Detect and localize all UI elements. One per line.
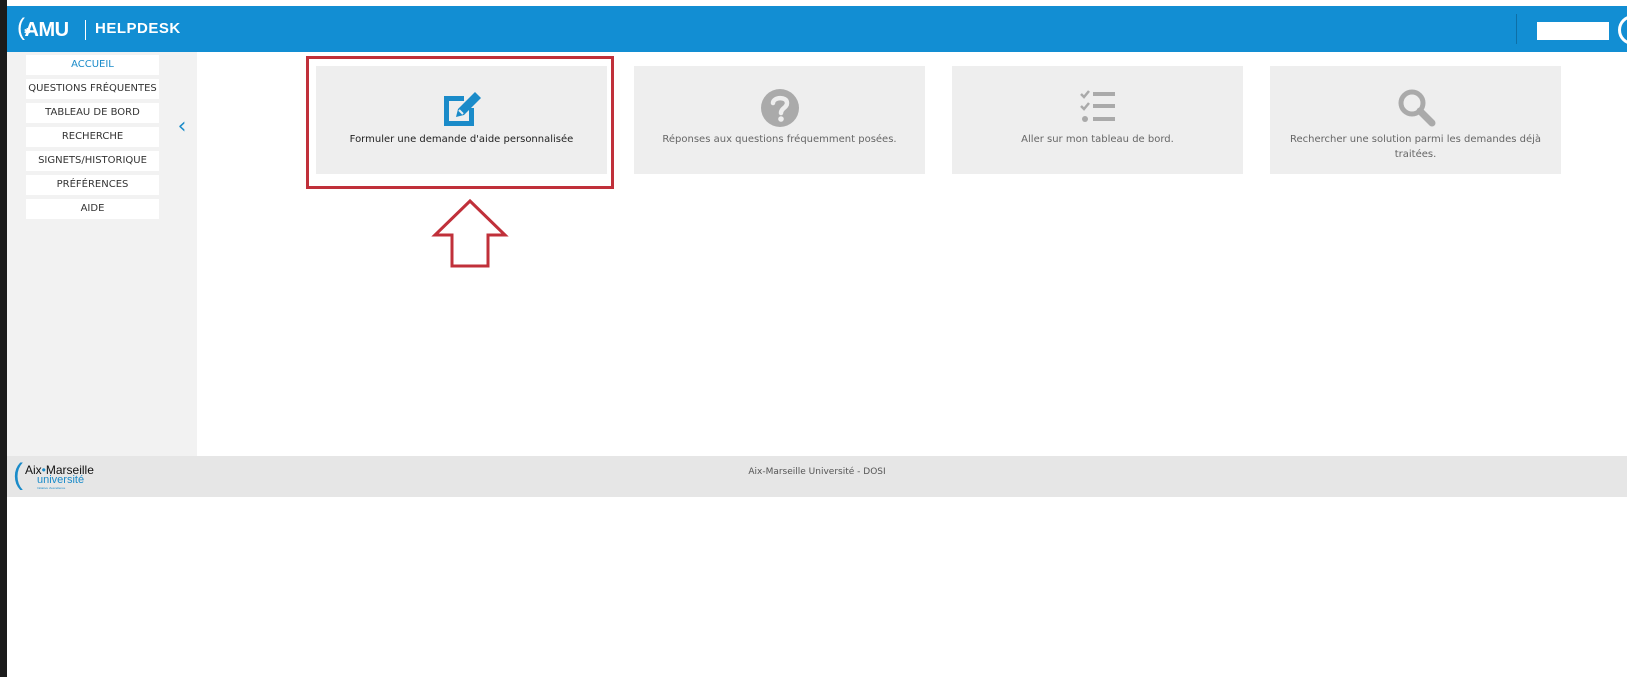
user-field[interactable] (1537, 22, 1609, 40)
tile-label: Aller sur mon tableau de bord. (1021, 134, 1174, 145)
logo-divider (85, 20, 86, 40)
footer-credit: Aix-Marseille Université - DOSI (748, 467, 886, 477)
tile-tableau-de-bord[interactable]: Aller sur mon tableau de bord. (952, 66, 1243, 174)
annotation-up-arrow-icon (431, 198, 509, 268)
tile-questions-frequentes[interactable]: Réponses aux questions fréquemment posée… (634, 66, 925, 174)
logo-text: AMU (24, 19, 70, 41)
sidebar-item-signets-historique[interactable]: SIGNETS/HISTORIQUE (26, 151, 159, 171)
question-circle-icon (760, 89, 799, 127)
user-avatar-icon[interactable] (1618, 15, 1627, 45)
app-title[interactable]: HELPDESK (95, 18, 181, 40)
sidebar-item-recherche[interactable]: RECHERCHE (26, 127, 159, 147)
tile-label: Réponses aux questions fréquemment posée… (662, 134, 897, 145)
collapse-sidebar-chevron-left-icon[interactable]: ‹ (173, 116, 191, 138)
sidebar-item-tableau-de-bord[interactable]: TABLEAU DE BORD (26, 103, 159, 123)
tile-rechercher-solution[interactable]: Rechercher une solution parmi les demand… (1270, 66, 1561, 174)
header-separator (1516, 14, 1517, 44)
edit-icon (443, 92, 481, 126)
amu-logo[interactable]: (✱ AMU (17, 14, 69, 44)
tile-label: Rechercher une solution parmi les demand… (1289, 134, 1542, 160)
footer: ( Aix•Marseille université Initiative d'… (7, 456, 1627, 497)
top-header: (✱ AMU HELPDESK (7, 6, 1627, 52)
sidebar-item-aide[interactable]: AIDE (26, 199, 159, 219)
star-icon: ✱ (24, 27, 31, 36)
sidebar-item-accueil[interactable]: ACCUEIL (26, 55, 159, 75)
logo-tagline: Initiative d'excellence (37, 486, 66, 490)
sidebar-item-preferences[interactable]: PRÉFÉRENCES (26, 175, 159, 195)
tile-formuler-demande[interactable]: Formuler une demande d'aide personnalisé… (316, 66, 607, 174)
window-edge (0, 0, 7, 677)
checklist-icon (1079, 90, 1115, 122)
sidebar: ACCUEIL QUESTIONS FRÉQUENTES TABLEAU DE … (7, 52, 197, 456)
search-icon (1398, 89, 1435, 127)
tile-label: Formuler une demande d'aide personnalisé… (349, 134, 574, 145)
page: (✱ AMU HELPDESK ACCUEIL QUESTIONS FRÉQUEN… (0, 0, 1627, 677)
sidebar-item-questions-frequentes[interactable]: QUESTIONS FRÉQUENTES (26, 79, 159, 99)
